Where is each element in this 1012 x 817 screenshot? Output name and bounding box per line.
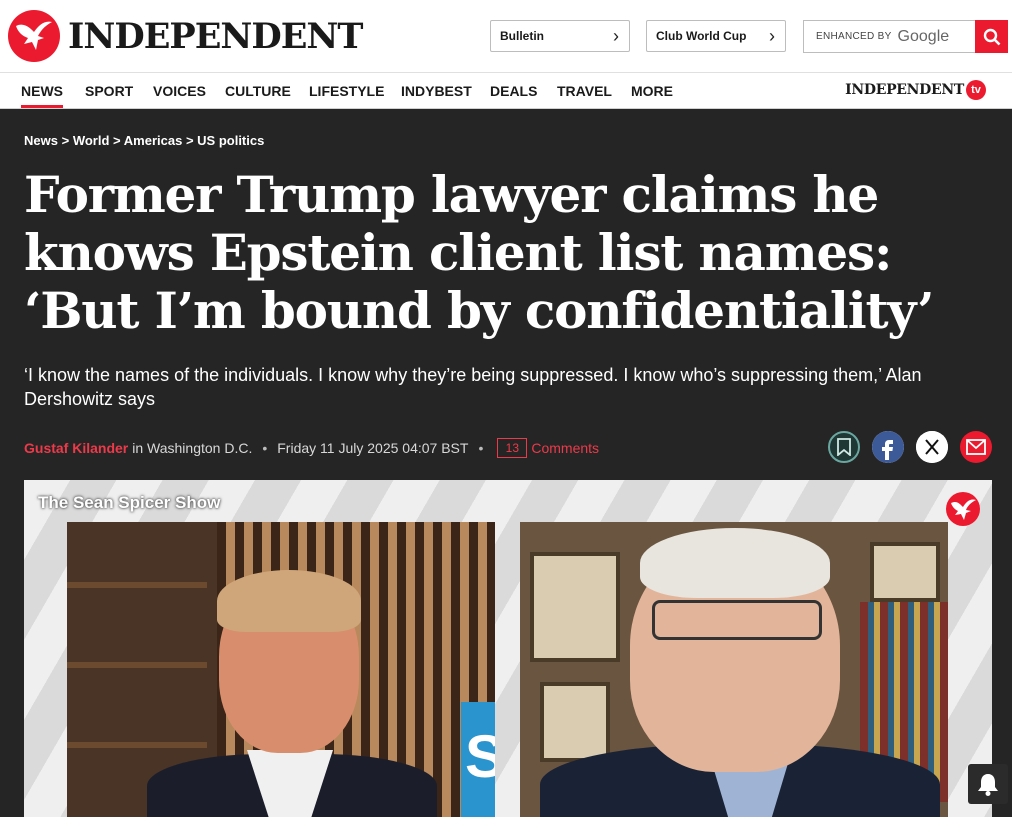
video-show-title: The Sean Spicer Show — [38, 493, 221, 512]
picture-frame — [530, 552, 620, 662]
host-hair — [217, 570, 361, 632]
nav-item-sport[interactable]: SPORT — [85, 83, 133, 99]
comment-count: 13 — [505, 441, 520, 455]
site-logo-text: INDEPENDENT — [68, 15, 363, 57]
publish-date: Friday 11 July 2025 04:07 BST — [277, 440, 469, 456]
independent-tv-logo-text: INDEPENDENT — [845, 82, 964, 98]
tv-badge: tv — [966, 80, 986, 100]
breadcrumb: News > World > Americas > US politics — [24, 133, 264, 148]
search-icon — [983, 28, 1000, 45]
nav-item-culture[interactable]: CULTURE — [225, 83, 291, 99]
notifications-button[interactable] — [968, 764, 1008, 804]
chevron-right-icon: › — [613, 26, 619, 46]
author-location: in Washington D.C. — [132, 440, 253, 456]
article-video[interactable]: S The Sean Spicer Show — [24, 480, 992, 817]
email-icon — [966, 439, 986, 455]
breadcrumb-news[interactable]: News — [24, 133, 58, 148]
article-headline: Former Trump lawyer claims he knows Epst… — [24, 165, 934, 340]
video-left-panel: S — [67, 522, 495, 817]
breadcrumb-separator: > — [185, 133, 194, 148]
bulletin-label: Bulletin — [500, 29, 544, 43]
facebook-share-button[interactable] — [872, 431, 904, 463]
author-link[interactable]: Gustaf Kilander — [24, 440, 128, 456]
show-sign: S — [461, 702, 495, 817]
nav-item-lifestyle[interactable]: LIFESTYLE — [309, 83, 384, 99]
nav-item-deals[interactable]: DEALS — [490, 83, 537, 99]
club-world-cup-button[interactable]: Club World Cup › — [646, 20, 786, 52]
nav-item-news[interactable]: NEWS — [21, 83, 63, 108]
picture-frame — [870, 542, 940, 602]
site-logo[interactable]: INDEPENDENT — [8, 10, 363, 62]
facebook-icon — [872, 431, 904, 463]
nav-item-indybest[interactable]: INDYBEST — [401, 83, 472, 99]
article-byline: Gustaf Kilander in Washington D.C. • Fri… — [24, 438, 599, 458]
breadcrumb-separator: > — [61, 133, 70, 148]
eagle-logo-icon — [946, 492, 980, 526]
nav-item-more[interactable]: MORE — [631, 83, 673, 99]
guest-glasses — [652, 600, 822, 640]
article-standfirst: ‘I know the names of the individuals. I … — [24, 365, 922, 409]
bulletin-button[interactable]: Bulletin › — [490, 20, 630, 52]
breadcrumb-separator: > — [113, 133, 121, 148]
search-provider: Google — [897, 27, 950, 45]
search-button[interactable] — [975, 20, 1008, 53]
search-enhanced-by: ENHANCED BY — [816, 31, 892, 42]
chevron-right-icon: › — [769, 26, 775, 46]
breadcrumb-us-politics[interactable]: US politics — [197, 133, 264, 148]
club-world-cup-label: Club World Cup — [656, 29, 747, 43]
comments-link[interactable]: Comments — [531, 440, 599, 456]
video-right-panel — [520, 522, 948, 817]
guest-hair — [640, 528, 830, 598]
bell-icon — [978, 774, 998, 796]
byline-separator: • — [478, 440, 484, 456]
main-nav: NEWS SPORT VOICES CULTURE LIFESTYLE INDY… — [0, 72, 1012, 109]
site-header: INDEPENDENT Bulletin › Club World Cup › … — [0, 0, 1012, 72]
breadcrumb-americas[interactable]: Americas — [124, 133, 183, 148]
nav-item-voices[interactable]: VOICES — [153, 83, 206, 99]
bookmark-button[interactable] — [828, 431, 860, 463]
bookshelf — [67, 582, 207, 588]
bookshelf — [67, 662, 207, 668]
email-share-button[interactable] — [960, 431, 992, 463]
eagle-logo-icon — [8, 10, 60, 62]
search-box[interactable]: ENHANCED BY Google — [803, 20, 1008, 53]
bookshelf — [67, 742, 207, 748]
breadcrumb-world[interactable]: World — [73, 133, 110, 148]
byline-separator: • — [262, 440, 268, 456]
nav-item-travel[interactable]: TRAVEL — [557, 83, 612, 99]
independent-tv-link[interactable]: INDEPENDENT tv — [845, 80, 986, 100]
picture-frame — [540, 682, 610, 762]
bookmark-icon — [837, 438, 851, 456]
comment-count-icon[interactable]: 13 — [497, 438, 528, 458]
x-icon — [916, 431, 948, 463]
x-share-button[interactable] — [916, 431, 948, 463]
